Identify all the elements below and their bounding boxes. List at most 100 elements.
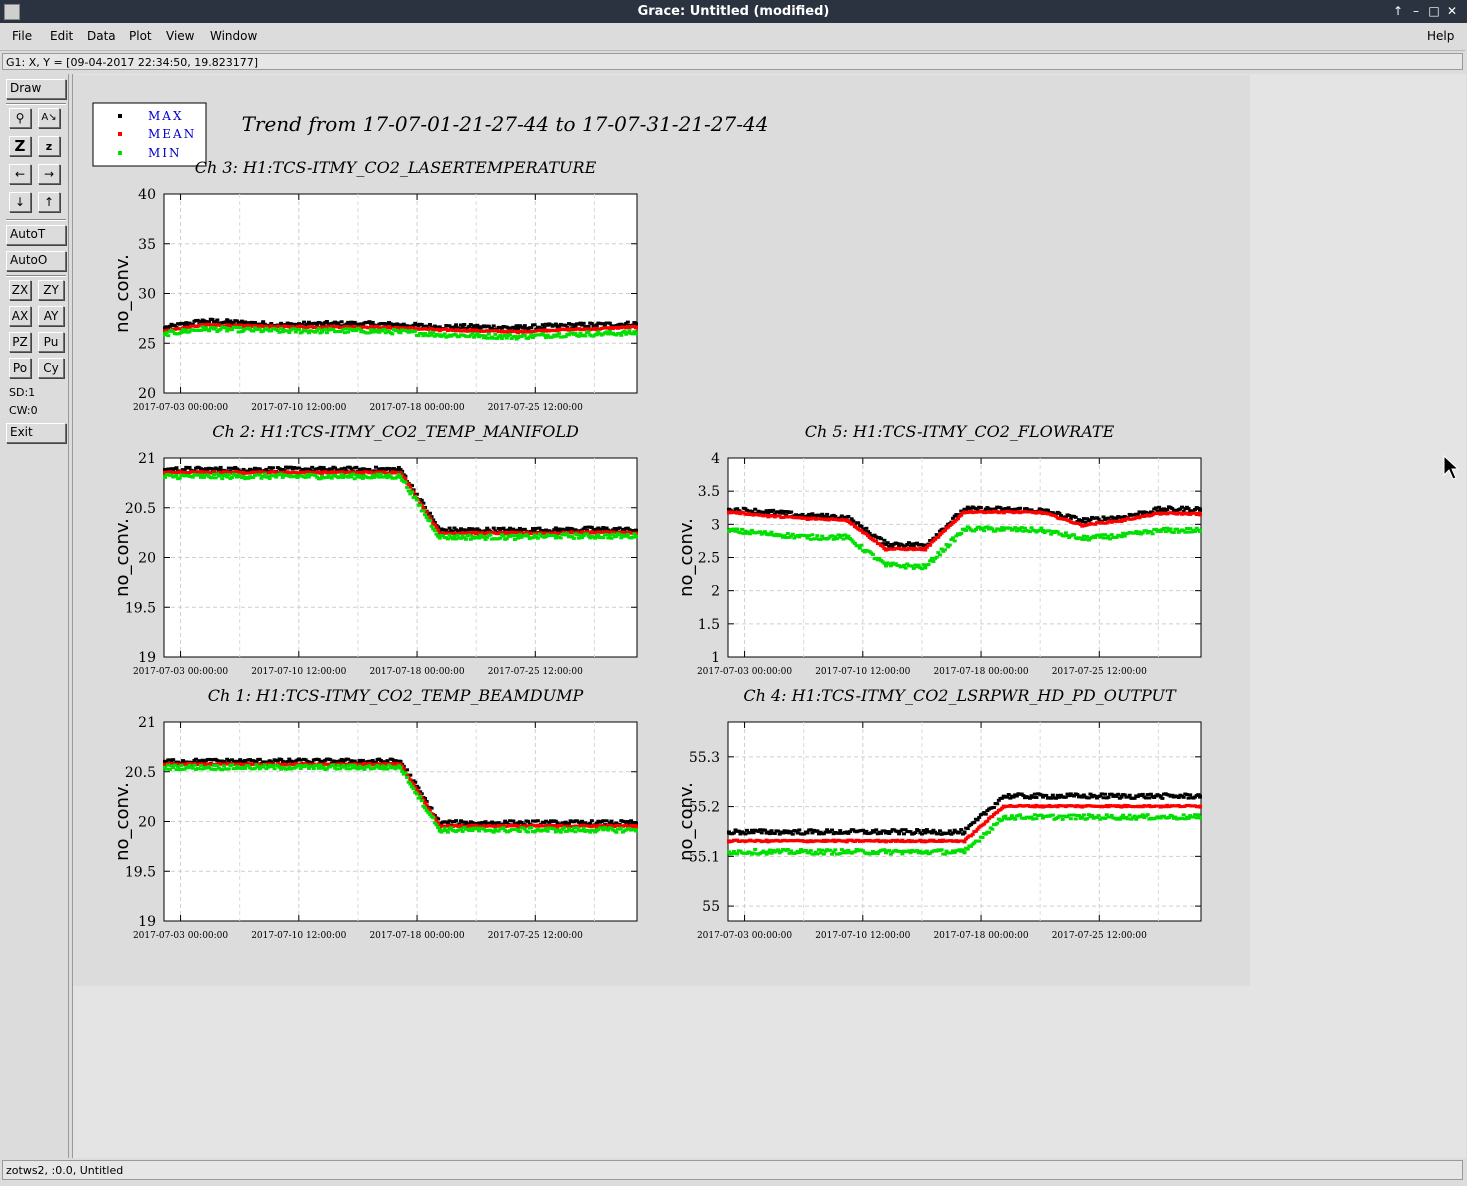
plot-canvas[interactable]: MAX MEAN MIN Trend from 17-07-01-21-27-4…: [0, 0, 1467, 1186]
data-point: [218, 465, 223, 469]
data-point: [1081, 813, 1086, 817]
data-point: [962, 830, 967, 835]
y-axis-label: no_conv.: [676, 518, 697, 597]
y-axis-label: no_conv.: [112, 254, 133, 333]
y-tick-label: 4: [711, 451, 720, 467]
data-point: [488, 533, 493, 537]
data-point: [870, 552, 875, 556]
data-point: [221, 764, 226, 768]
data-point: [619, 333, 624, 337]
data-point: [833, 848, 838, 852]
data-point: [390, 332, 395, 336]
y-tick-label: 55.3: [689, 750, 720, 766]
y-tick-label: 20: [138, 551, 156, 567]
data-point: [614, 830, 619, 834]
data-point: [1018, 813, 1023, 817]
data-point: [926, 562, 931, 566]
data-point: [431, 816, 436, 820]
data-point: [432, 529, 437, 533]
data-point: [1198, 804, 1202, 809]
data-point: [1034, 817, 1039, 821]
data-point: [931, 559, 936, 563]
data-point: [952, 539, 957, 543]
x-tick-label: 2017-07-18 00:00:00: [933, 931, 1028, 941]
data-point: [982, 529, 987, 533]
x-tick-label: 2017-07-10 12:00:00: [815, 667, 910, 677]
data-point: [454, 819, 459, 823]
data-point: [445, 830, 450, 834]
x-tick-label: 2017-07-18 00:00:00: [369, 403, 464, 413]
data-point: [735, 527, 740, 531]
data-point: [535, 819, 540, 823]
data-point: [166, 334, 171, 338]
data-point: [413, 495, 418, 499]
chart-panel[interactable]: Ch 2: H1:TCS-ITMY_CO2_TEMP_MANIFOLD no_co…: [112, 422, 638, 677]
data-point: [991, 805, 996, 809]
y-axis-label: no_conv.: [112, 518, 133, 597]
data-point: [1109, 533, 1114, 537]
x-tick-label: 2017-07-25 12:00:00: [1052, 667, 1147, 677]
x-tick-label: 2017-07-10 12:00:00: [251, 403, 346, 413]
data-point: [797, 828, 802, 832]
x-tick-label: 2017-07-18 00:00:00: [933, 667, 1028, 677]
x-tick-label: 2017-07-03 00:00:00: [697, 667, 792, 677]
data-point: [220, 477, 225, 481]
y-tick-label: 20.5: [125, 501, 156, 517]
chart-title: Ch 3: H1:TCS-ITMY_CO2_LASERTEMPERATURE: [195, 158, 597, 177]
data-point: [1168, 527, 1173, 531]
data-point: [455, 533, 460, 537]
data-point: [789, 510, 794, 514]
y-tick-label: 21: [138, 451, 156, 467]
legend-marker-max: [118, 114, 122, 118]
data-point: [243, 766, 248, 770]
data-point: [378, 472, 383, 476]
data-point: [1068, 817, 1073, 821]
data-point: [983, 812, 988, 816]
y-tick-label: 19.5: [125, 864, 156, 880]
data-point: [427, 519, 432, 523]
chart-title: Ch 5: H1:TCS-ITMY_CO2_FLOWRATE: [805, 422, 1115, 441]
data-point: [977, 815, 982, 819]
chart-frame: [727, 721, 1202, 922]
data-point: [403, 480, 408, 484]
legend-marker-min: [118, 151, 122, 155]
data-point: [815, 534, 820, 538]
data-point: [769, 530, 774, 534]
data-point: [627, 329, 632, 333]
data-point: [418, 503, 423, 507]
chart-panel[interactable]: Ch 4: H1:TCS-ITMY_CO2_LSRPWR_HD_PD_OUTPU…: [676, 686, 1202, 941]
data-point: [411, 787, 416, 791]
x-tick-label: 2017-07-10 12:00:00: [251, 667, 346, 677]
x-tick-label: 2017-07-18 00:00:00: [369, 931, 464, 941]
chart-panel[interactable]: Ch 1: H1:TCS-ITMY_CO2_TEMP_BEAMDUMP no_co…: [112, 686, 638, 941]
data-point: [937, 553, 942, 557]
data-point: [985, 819, 990, 823]
data-point: [434, 823, 439, 827]
data-point: [586, 330, 591, 334]
data-point: [1160, 796, 1165, 800]
data-point: [965, 827, 970, 831]
data-point: [403, 771, 408, 775]
data-point: [339, 320, 344, 324]
data-point: [367, 764, 372, 768]
data-point: [753, 847, 758, 851]
data-point: [557, 332, 562, 336]
data-point: [491, 324, 496, 328]
data-point: [558, 536, 563, 540]
data-point: [413, 329, 418, 333]
data-point: [405, 485, 410, 489]
chart-panel[interactable]: Ch 3: H1:TCS-ITMY_CO2_LASERTEMPERATUREno…: [112, 158, 638, 413]
data-point: [1063, 531, 1068, 535]
chart-panel[interactable]: Ch 5: H1:TCS-ITMY_CO2_FLOWRATE no_conv. 1 1…: [676, 422, 1202, 677]
data-point: [897, 832, 902, 836]
data-point: [589, 819, 594, 823]
data-point: [447, 526, 452, 530]
y-tick-label: 3.5: [698, 484, 720, 500]
plot-main-title: Trend from 17-07-01-21-27-44 to 17-07-31…: [242, 112, 769, 136]
data-point: [864, 526, 869, 530]
x-tick-label: 2017-07-03 00:00:00: [133, 403, 228, 413]
data-point: [529, 826, 534, 830]
y-axis-label: no_conv.: [112, 782, 133, 861]
data-point: [1188, 793, 1193, 797]
data-point: [947, 543, 952, 547]
